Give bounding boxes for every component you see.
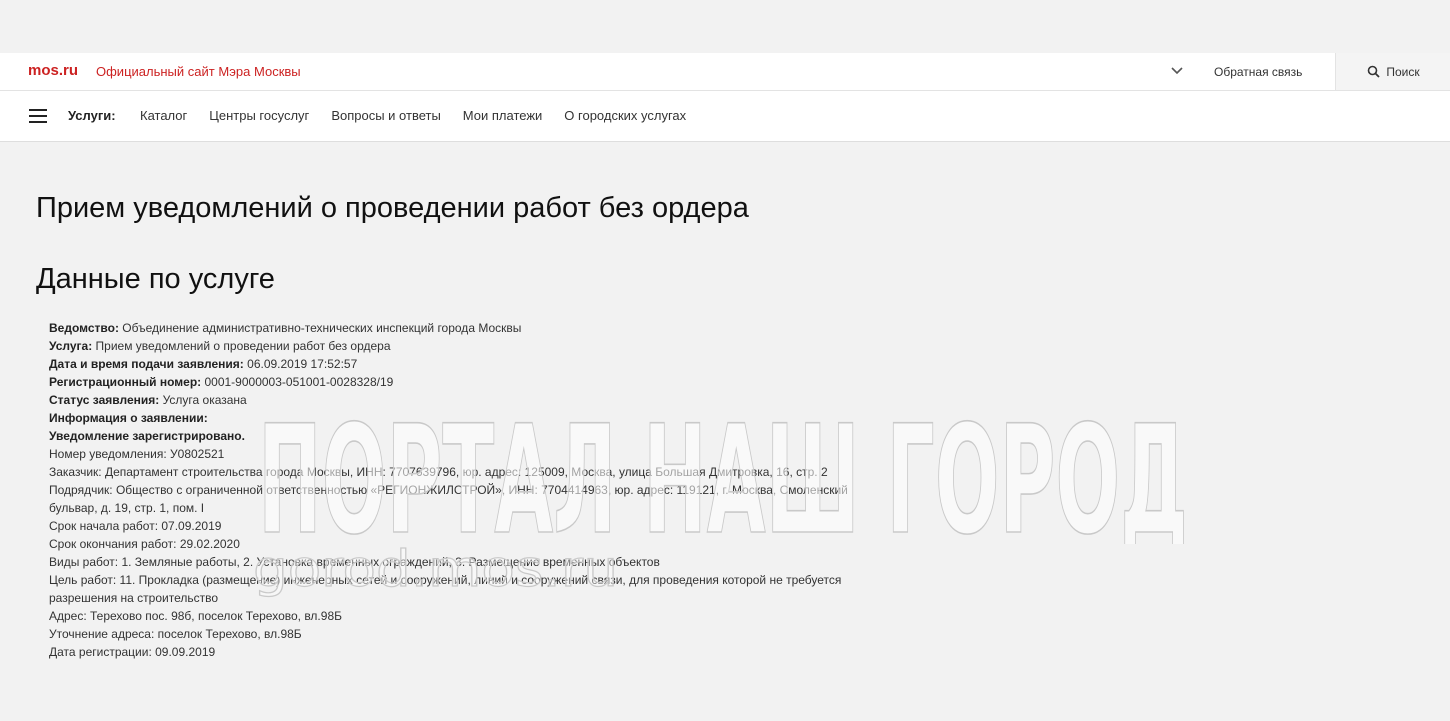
detail-row: Подрядчик: Общество с ограниченной ответ… [49, 481, 849, 517]
detail-label: Услуга: [49, 339, 93, 353]
detail-value: Срок окончания работ: 29.02.2020 [49, 537, 240, 551]
detail-value: 0001-9000003-051001-0028328/19 [201, 375, 394, 389]
detail-value: Адрес: Терехово пос. 98б, поселок Терехо… [49, 609, 342, 623]
detail-label: Информация о заявлении: [49, 411, 208, 425]
site-name[interactable]: Официальный сайт Мэра Москвы [96, 64, 301, 79]
detail-row: Уведомление зарегистрировано. [49, 427, 849, 445]
search-label: Поиск [1386, 64, 1420, 79]
section-title: Данные по услуге [36, 263, 275, 295]
detail-row: Услуга: Прием уведомлений о проведении р… [49, 337, 849, 355]
detail-row: Заказчик: Департамент строительства горо… [49, 463, 849, 481]
detail-value: Прием уведомлений о проведении работ без… [92, 339, 391, 353]
detail-row: Ведомство: Объединение административно-т… [49, 319, 849, 337]
nav-items: Каталог Центры госуслуг Вопросы и ответы… [140, 108, 686, 123]
nav-label-services: Услуги: [68, 108, 116, 123]
detail-value: Подрядчик: Общество с ограниченной ответ… [49, 483, 848, 515]
detail-value: Цель работ: 11. Прокладка (размещение) и… [49, 573, 842, 605]
detail-value: Уточнение адреса: поселок Терехово, вл.9… [49, 627, 302, 641]
detail-row: Виды работ: 1. Земляные работы, 2. Устан… [49, 553, 849, 571]
detail-value: Номер уведомления: У0802521 [49, 447, 225, 461]
detail-value: Виды работ: 1. Земляные работы, 2. Устан… [49, 555, 660, 569]
menu-icon[interactable] [29, 109, 47, 123]
nav-item-payments[interactable]: Мои платежи [463, 108, 543, 123]
services-nav: Услуги: Каталог Центры госуслуг Вопросы … [0, 91, 1450, 142]
site-logo[interactable]: mos.ru [28, 62, 78, 79]
top-header: mos.ru Официальный сайт Мэра Москвы Обра… [0, 53, 1450, 91]
nav-item-catalog[interactable]: Каталог [140, 108, 187, 123]
nav-item-about[interactable]: О городских услугах [564, 108, 686, 123]
nav-item-faq[interactable]: Вопросы и ответы [331, 108, 440, 123]
detail-row: Информация о заявлении: [49, 409, 849, 427]
detail-row: Цель работ: 11. Прокладка (размещение) и… [49, 571, 849, 607]
detail-label: Уведомление зарегистрировано. [49, 429, 245, 443]
search-icon [1368, 65, 1380, 78]
nav-item-centers[interactable]: Центры госуслуг [209, 108, 309, 123]
detail-label: Регистрационный номер: [49, 375, 202, 389]
detail-row: Срок начала работ: 07.09.2019 [49, 517, 849, 535]
detail-value: Объединение административно-технических … [118, 321, 522, 335]
detail-row: Статус заявления: Услуга оказана [49, 391, 849, 409]
detail-row: Регистрационный номер: 0001-9000003-0510… [49, 373, 849, 391]
detail-value: 06.09.2019 17:52:57 [243, 357, 358, 371]
detail-label: Ведомство: [49, 321, 119, 335]
detail-row: Адрес: Терехово пос. 98б, поселок Терехо… [49, 607, 849, 625]
chevron-down-icon[interactable] [1169, 63, 1185, 79]
detail-value: Заказчик: Департамент строительства горо… [49, 465, 828, 479]
service-details: Ведомство: Объединение административно-т… [49, 319, 849, 661]
detail-label: Дата и время подачи заявления: [49, 357, 244, 371]
detail-row: Уточнение адреса: поселок Терехово, вл.9… [49, 625, 849, 643]
detail-row: Дата регистрации: 09.09.2019 [49, 643, 849, 661]
detail-value: Дата регистрации: 09.09.2019 [49, 645, 216, 659]
search-button[interactable]: Поиск [1335, 53, 1450, 90]
detail-value: Услуга оказана [159, 393, 247, 407]
detail-row: Дата и время подачи заявления: 06.09.201… [49, 355, 849, 373]
detail-value: Срок начала работ: 07.09.2019 [49, 519, 222, 533]
detail-row: Номер уведомления: У0802521 [49, 445, 849, 463]
feedback-link[interactable]: Обратная связь [1214, 65, 1302, 79]
detail-row: Срок окончания работ: 29.02.2020 [49, 535, 849, 553]
page-title: Прием уведомлений о проведении работ без… [36, 192, 749, 224]
detail-label: Статус заявления: [49, 393, 160, 407]
